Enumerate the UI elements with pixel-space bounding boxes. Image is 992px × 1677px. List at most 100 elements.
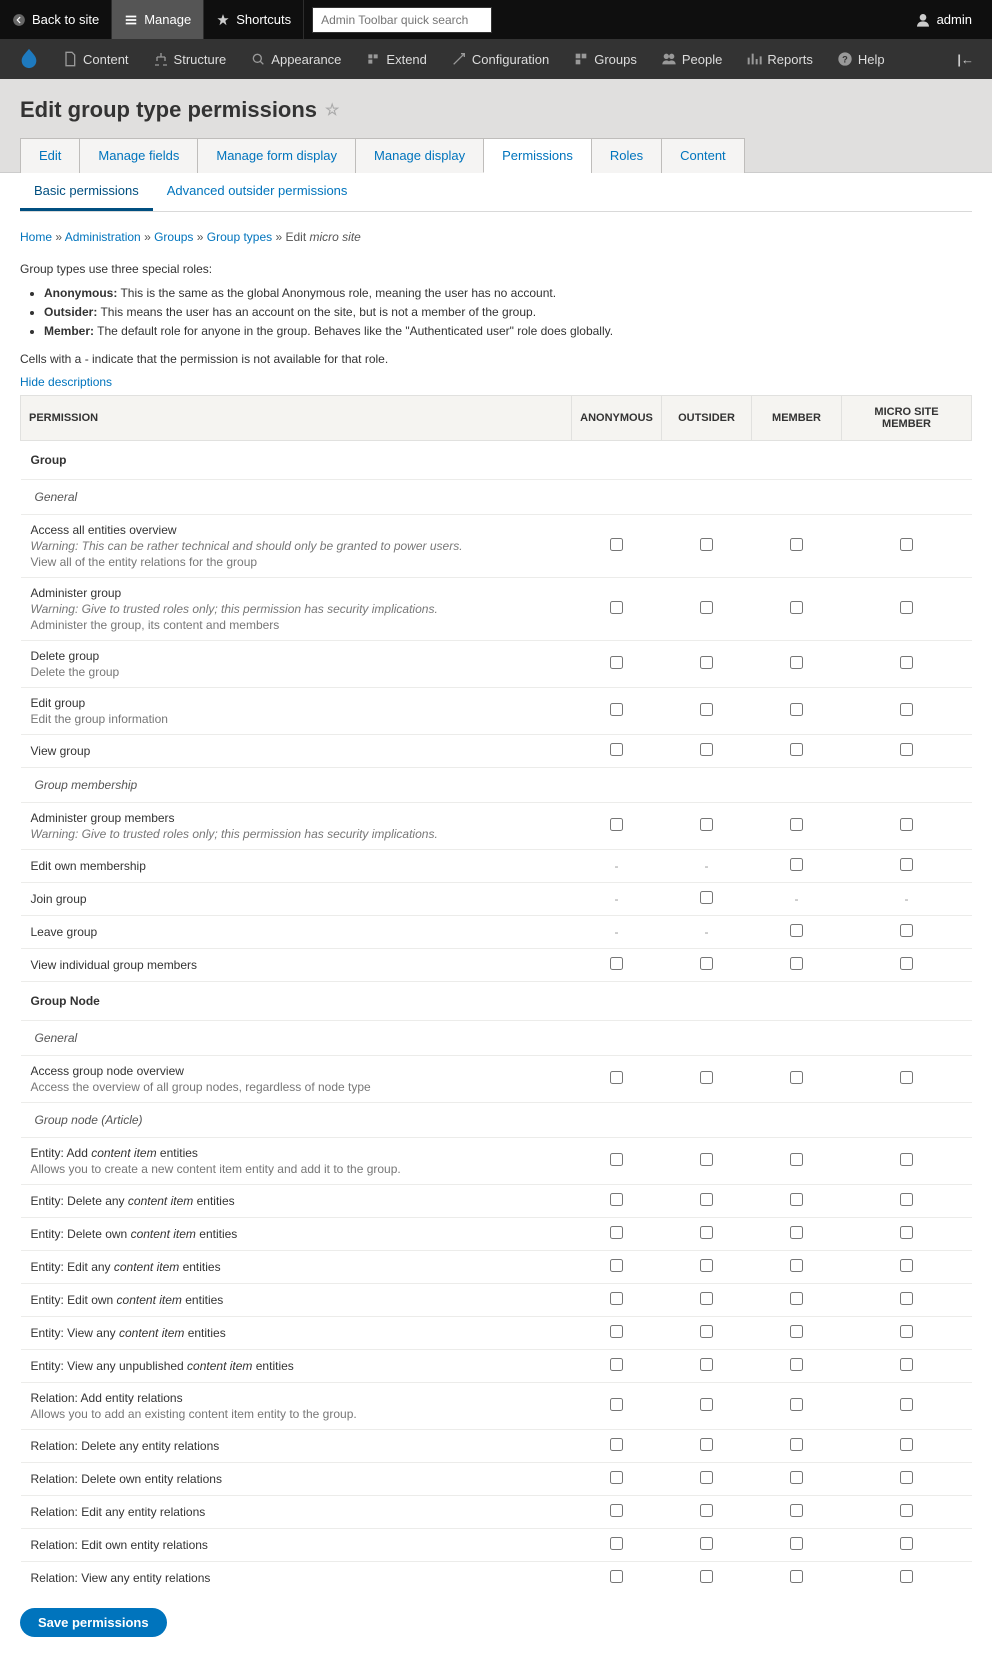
permission-checkbox[interactable] bbox=[900, 538, 913, 551]
permission-checkbox[interactable] bbox=[700, 1504, 713, 1517]
permission-checkbox[interactable] bbox=[790, 656, 803, 669]
admin-menu-people[interactable]: People bbox=[649, 39, 734, 79]
permission-checkbox[interactable] bbox=[610, 1226, 623, 1239]
permission-checkbox[interactable] bbox=[900, 1325, 913, 1338]
permission-checkbox[interactable] bbox=[900, 703, 913, 716]
permission-checkbox[interactable] bbox=[900, 1504, 913, 1517]
admin-menu-extend[interactable]: Extend bbox=[353, 39, 438, 79]
hide-descriptions-link[interactable]: Hide descriptions bbox=[20, 375, 112, 389]
permission-checkbox[interactable] bbox=[700, 1226, 713, 1239]
admin-menu-content[interactable]: Content bbox=[50, 39, 141, 79]
tab-permissions[interactable]: Permissions bbox=[483, 138, 592, 173]
permission-checkbox[interactable] bbox=[790, 1504, 803, 1517]
permission-checkbox[interactable] bbox=[700, 1153, 713, 1166]
permission-checkbox[interactable] bbox=[790, 957, 803, 970]
shortcuts-button[interactable]: Shortcuts bbox=[204, 0, 304, 39]
permission-checkbox[interactable] bbox=[900, 1438, 913, 1451]
permission-checkbox[interactable] bbox=[900, 924, 913, 937]
permission-checkbox[interactable] bbox=[700, 601, 713, 614]
permission-checkbox[interactable] bbox=[790, 1259, 803, 1272]
permission-checkbox[interactable] bbox=[900, 1537, 913, 1550]
permission-checkbox[interactable] bbox=[610, 1193, 623, 1206]
tab-manage-display[interactable]: Manage display bbox=[355, 138, 484, 173]
permission-checkbox[interactable] bbox=[610, 1504, 623, 1517]
admin-menu-configuration[interactable]: Configuration bbox=[439, 39, 561, 79]
permission-checkbox[interactable] bbox=[700, 703, 713, 716]
permission-checkbox[interactable] bbox=[790, 1398, 803, 1411]
permission-checkbox[interactable] bbox=[700, 1259, 713, 1272]
permission-checkbox[interactable] bbox=[790, 538, 803, 551]
permission-checkbox[interactable] bbox=[610, 1570, 623, 1583]
permission-checkbox[interactable] bbox=[790, 1358, 803, 1371]
permission-checkbox[interactable] bbox=[790, 818, 803, 831]
permission-checkbox[interactable] bbox=[900, 1153, 913, 1166]
permission-checkbox[interactable] bbox=[900, 957, 913, 970]
collapse-tray-icon[interactable]: |← bbox=[957, 52, 984, 67]
permission-checkbox[interactable] bbox=[610, 1325, 623, 1338]
permission-checkbox[interactable] bbox=[610, 1471, 623, 1484]
home-link[interactable] bbox=[8, 47, 50, 72]
permission-checkbox[interactable] bbox=[700, 1193, 713, 1206]
permission-checkbox[interactable] bbox=[610, 818, 623, 831]
permission-checkbox[interactable] bbox=[610, 1259, 623, 1272]
admin-menu-groups[interactable]: Groups bbox=[561, 39, 649, 79]
permission-checkbox[interactable] bbox=[900, 656, 913, 669]
permission-checkbox[interactable] bbox=[700, 891, 713, 904]
tab-edit[interactable]: Edit bbox=[20, 138, 80, 173]
permission-checkbox[interactable] bbox=[700, 1398, 713, 1411]
permission-checkbox[interactable] bbox=[900, 1398, 913, 1411]
tab-roles[interactable]: Roles bbox=[591, 138, 662, 173]
tab-manage-form-display[interactable]: Manage form display bbox=[197, 138, 356, 173]
back-to-site-button[interactable]: Back to site bbox=[0, 0, 112, 39]
tab-content[interactable]: Content bbox=[661, 138, 745, 173]
permission-checkbox[interactable] bbox=[610, 1398, 623, 1411]
breadcrumb-link[interactable]: Group types bbox=[207, 230, 272, 244]
permission-checkbox[interactable] bbox=[790, 1226, 803, 1239]
permission-checkbox[interactable] bbox=[900, 1071, 913, 1084]
toolbar-search-input[interactable] bbox=[312, 7, 492, 33]
user-menu[interactable]: admin bbox=[915, 12, 992, 28]
permission-checkbox[interactable] bbox=[610, 1071, 623, 1084]
permission-checkbox[interactable] bbox=[700, 656, 713, 669]
permission-checkbox[interactable] bbox=[610, 957, 623, 970]
permission-checkbox[interactable] bbox=[790, 1471, 803, 1484]
permission-checkbox[interactable] bbox=[610, 538, 623, 551]
breadcrumb-link[interactable]: Groups bbox=[154, 230, 193, 244]
subtab-basic-permissions[interactable]: Basic permissions bbox=[20, 173, 153, 211]
permission-checkbox[interactable] bbox=[700, 1358, 713, 1371]
admin-menu-structure[interactable]: Structure bbox=[141, 39, 239, 79]
breadcrumb-link[interactable]: Home bbox=[20, 230, 52, 244]
permission-checkbox[interactable] bbox=[900, 1358, 913, 1371]
permission-checkbox[interactable] bbox=[900, 601, 913, 614]
tab-manage-fields[interactable]: Manage fields bbox=[79, 138, 198, 173]
permission-checkbox[interactable] bbox=[700, 1325, 713, 1338]
permission-checkbox[interactable] bbox=[610, 601, 623, 614]
admin-menu-help[interactable]: ?Help bbox=[825, 39, 897, 79]
permission-checkbox[interactable] bbox=[900, 1570, 913, 1583]
permission-checkbox[interactable] bbox=[900, 818, 913, 831]
permission-checkbox[interactable] bbox=[610, 1292, 623, 1305]
permission-checkbox[interactable] bbox=[900, 1226, 913, 1239]
permission-checkbox[interactable] bbox=[790, 1325, 803, 1338]
permission-checkbox[interactable] bbox=[900, 1292, 913, 1305]
permission-checkbox[interactable] bbox=[790, 1438, 803, 1451]
permission-checkbox[interactable] bbox=[790, 1537, 803, 1550]
permission-checkbox[interactable] bbox=[790, 1193, 803, 1206]
permission-checkbox[interactable] bbox=[700, 1570, 713, 1583]
breadcrumb-link[interactable]: Administration bbox=[65, 230, 141, 244]
permission-checkbox[interactable] bbox=[700, 1537, 713, 1550]
permission-checkbox[interactable] bbox=[610, 743, 623, 756]
permission-checkbox[interactable] bbox=[700, 538, 713, 551]
permission-checkbox[interactable] bbox=[610, 656, 623, 669]
permission-checkbox[interactable] bbox=[790, 1292, 803, 1305]
favorite-star-icon[interactable]: ☆ bbox=[325, 100, 339, 120]
permission-checkbox[interactable] bbox=[790, 1570, 803, 1583]
permission-checkbox[interactable] bbox=[790, 601, 803, 614]
permission-checkbox[interactable] bbox=[610, 1438, 623, 1451]
save-permissions-button[interactable]: Save permissions bbox=[20, 1608, 167, 1637]
permission-checkbox[interactable] bbox=[610, 1153, 623, 1166]
permission-checkbox[interactable] bbox=[610, 1537, 623, 1550]
permission-checkbox[interactable] bbox=[700, 818, 713, 831]
permission-checkbox[interactable] bbox=[790, 1071, 803, 1084]
subtab-advanced-outsider-permissions[interactable]: Advanced outsider permissions bbox=[153, 173, 362, 211]
